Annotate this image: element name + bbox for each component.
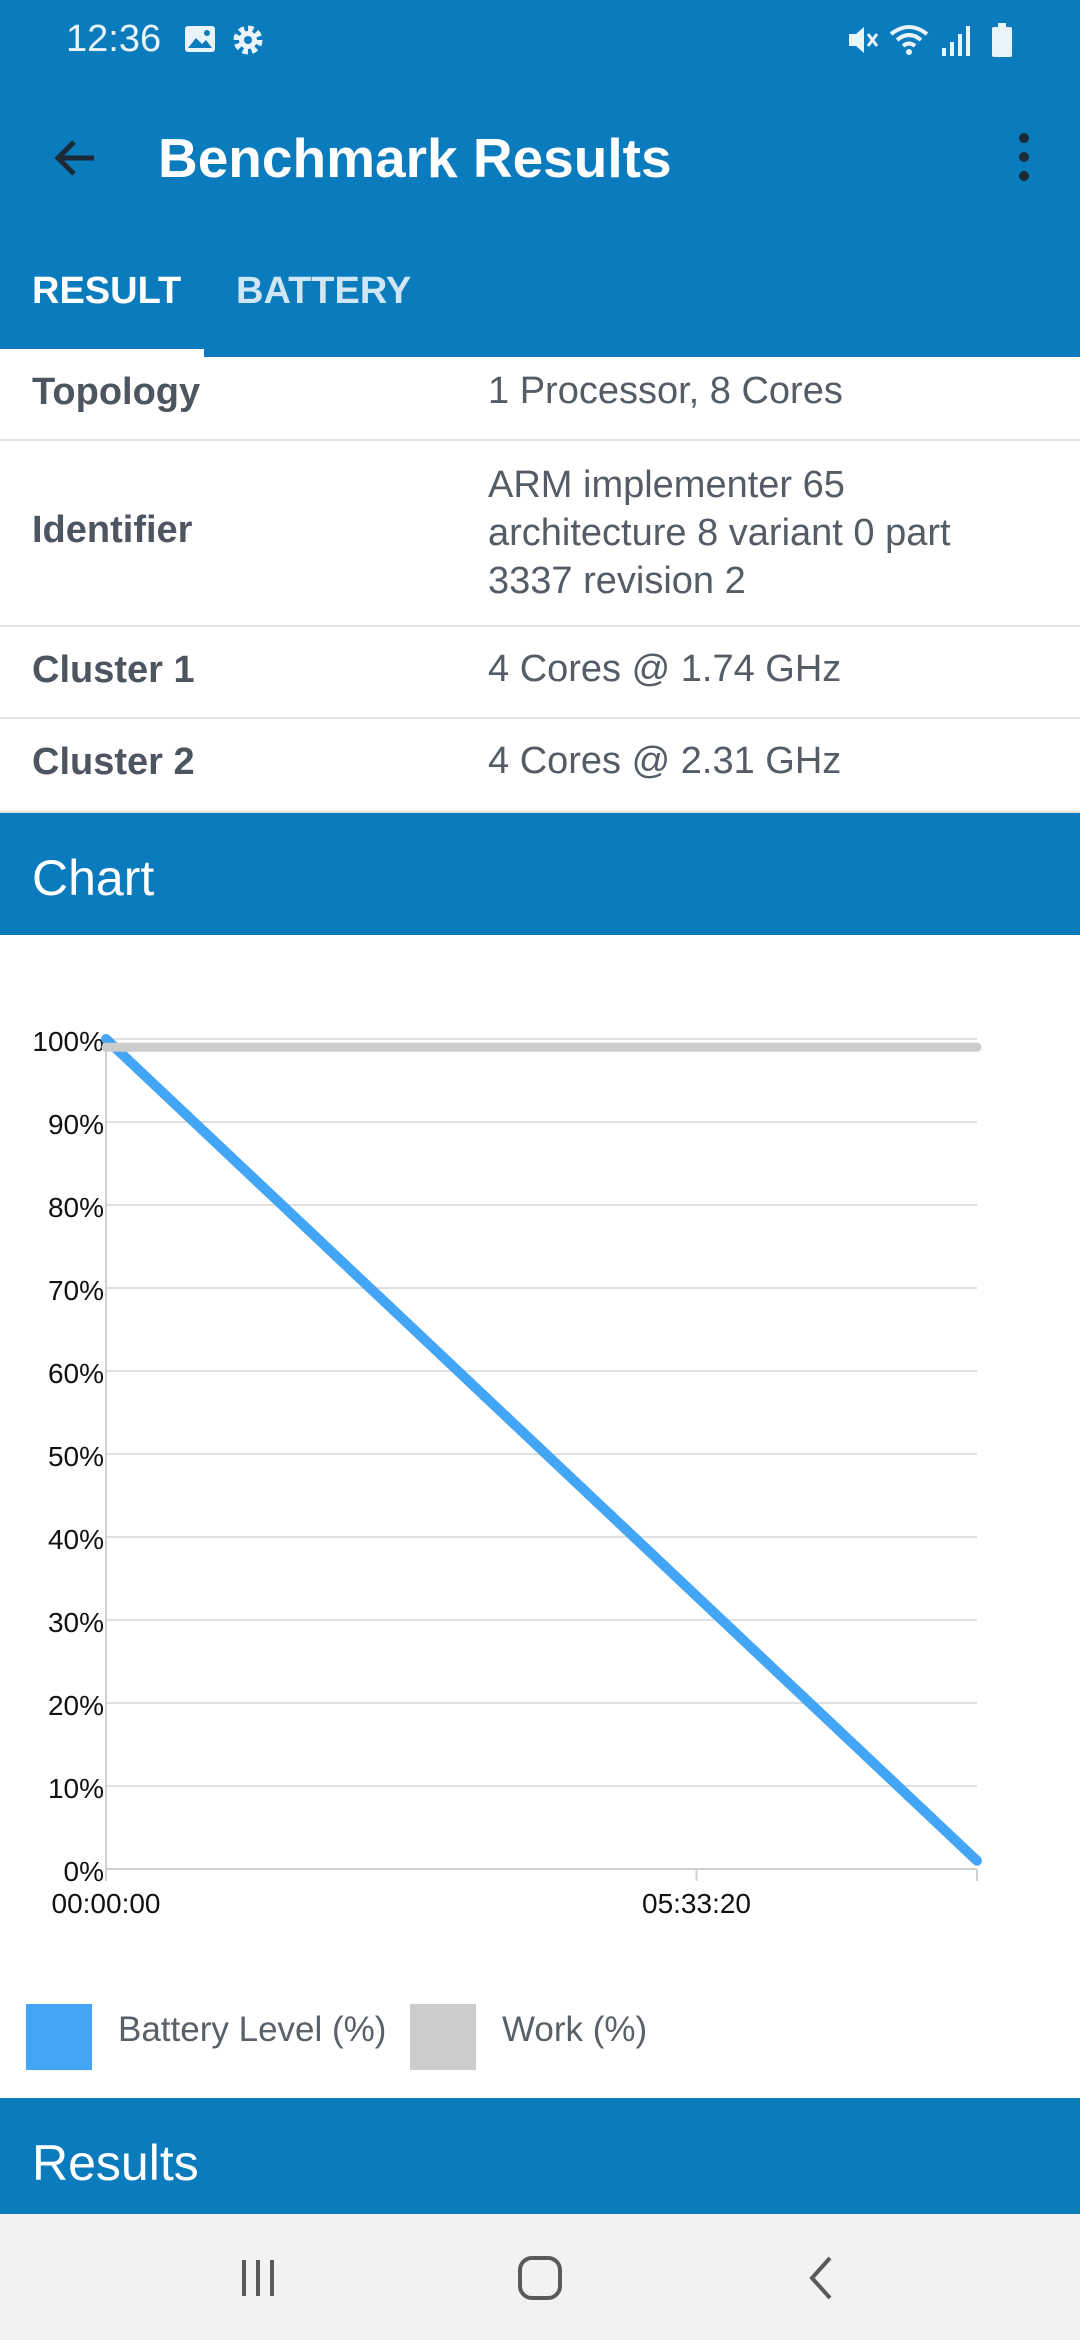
battery-chart: 100% 90% 80% 70% 60% 50% 40% 30% 20% 10% 0%00:00:0…: [32, 1026, 982, 1919]
legend-swatch-work: [410, 2004, 476, 2070]
settings-gear-icon: [230, 22, 266, 63]
row-value-line: architecture 8 variant 0 part: [488, 512, 951, 554]
y-tick-label: 20%: [48, 1690, 104, 1721]
row-value: 4 Cores @ 1.74 GHz: [488, 648, 842, 690]
row-value-line: ARM implementer 65: [488, 464, 845, 506]
info-row-identifier: Identifier ARM implementer 65 architectu…: [0, 441, 1080, 627]
legend-swatch-battery: [26, 2004, 92, 2070]
y-tick-label: 10%: [48, 1773, 104, 1804]
tab-battery[interactable]: BATTERY: [236, 270, 411, 313]
row-key: Cluster 1: [32, 649, 195, 691]
recent-apps-button[interactable]: [218, 2238, 298, 2318]
row-value: 1 Processor, 8 Cores: [488, 370, 843, 412]
wifi-icon: [888, 22, 930, 63]
info-row-cluster-1: Cluster 1 4 Cores @ 1.74 GHz: [0, 627, 1080, 719]
x-tick-label: 05:33:20: [642, 1888, 751, 1919]
row-key: Cluster 2: [32, 741, 195, 783]
page-title: Benchmark Results: [158, 127, 672, 189]
info-row-topology: Topology 1 Processor, 8 Cores: [0, 357, 1080, 441]
recent-apps-icon: [242, 2260, 274, 2296]
series-line-battery-level: [101, 1034, 982, 1866]
chart-area: 100% 90% 80% 70% 60% 50% 40% 30% 20% 10% 0% 00:00:0…: [0, 935, 1080, 2098]
app-bar: 12:36 Benchmark Results RESULT BATTERY: [0, 0, 1080, 357]
row-key: Topology: [32, 371, 201, 413]
row-value: 4 Cores @ 2.31 GHz: [488, 740, 842, 782]
back-nav-icon: [809, 2256, 832, 2300]
image-icon: [183, 22, 217, 61]
legend-label-work: Work (%): [502, 2010, 648, 2049]
section-title: Chart: [32, 850, 155, 906]
status-bar: 12:36: [0, 0, 1080, 84]
more-vert-icon: [1019, 133, 1029, 181]
y-tick-label: 50%: [48, 1441, 104, 1472]
back-button[interactable]: [44, 126, 108, 190]
y-tick-label: 100%: [32, 1026, 104, 1057]
home-icon: [518, 2256, 562, 2300]
y-tick-label: 70%: [48, 1275, 104, 1306]
tab-result[interactable]: RESULT: [32, 270, 181, 313]
system-nav-bar: [0, 2214, 1080, 2340]
section-title: Results: [32, 2135, 199, 2191]
tab-indicator: [0, 349, 204, 357]
home-button[interactable]: [500, 2238, 580, 2318]
status-time: 12:36: [66, 18, 162, 60]
arrow-back-icon: [54, 140, 94, 176]
y-tick-label: 30%: [48, 1607, 104, 1638]
more-options-button[interactable]: [1000, 126, 1048, 190]
y-tick-label: 60%: [48, 1358, 104, 1389]
battery-icon: [990, 22, 1014, 63]
info-row-cluster-2: Cluster 2 4 Cores @ 2.31 GHz: [0, 719, 1080, 813]
legend-label-battery: Battery Level (%): [118, 2010, 387, 2049]
row-key: Identifier: [32, 509, 193, 551]
x-tick-label: 00:00:00: [52, 1888, 161, 1919]
y-tick-label: 40%: [48, 1524, 104, 1555]
y-tick-label: 80%: [48, 1192, 104, 1223]
y-tick-label: 0%: [64, 1856, 104, 1887]
signal-icon: [940, 22, 974, 63]
row-value: ARM implementer 65 architecture 8 varian…: [488, 461, 951, 605]
mute-icon: [846, 22, 880, 63]
y-tick-label: 90%: [48, 1109, 104, 1140]
results-section-header: Results: [0, 2098, 1080, 2214]
row-value-line: 3337 revision 2: [488, 560, 746, 602]
back-nav-button[interactable]: [782, 2238, 862, 2318]
chart-section-header: Chart: [0, 813, 1080, 935]
